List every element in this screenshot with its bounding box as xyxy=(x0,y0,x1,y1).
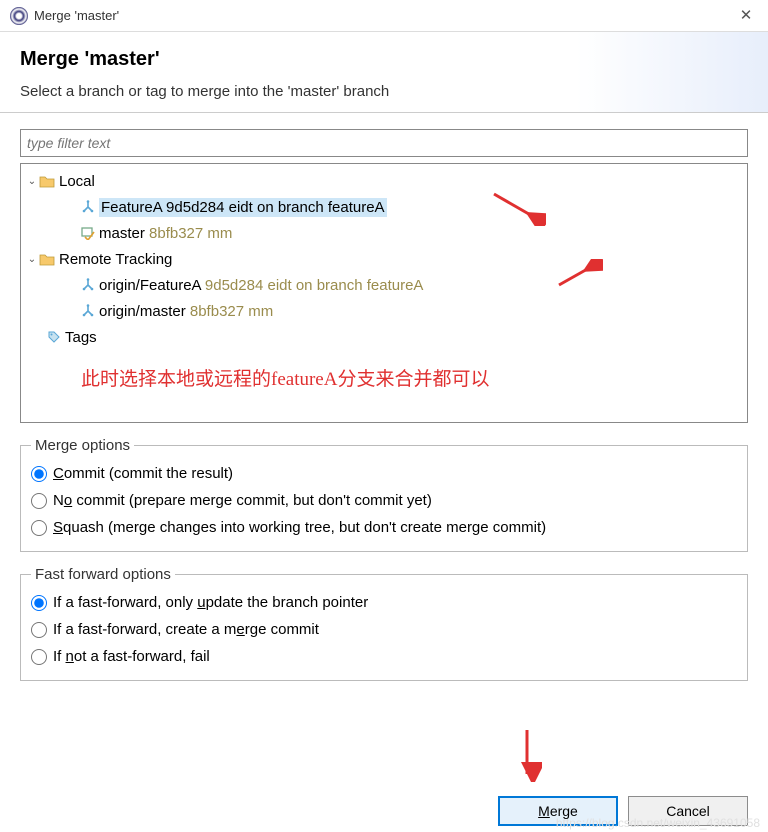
tree-label: Local xyxy=(59,173,95,190)
annotation-text: 此时选择本地或远程的featureA分支来合并都可以 xyxy=(23,350,745,391)
folder-icon xyxy=(39,252,55,266)
tree-item-master[interactable]: master 8bfb327 mm xyxy=(23,220,745,246)
radio-ff-update[interactable]: If a fast-forward, only update the branc… xyxy=(31,589,737,616)
tree-item-label: master 8bfb327 mm xyxy=(99,225,232,242)
radio-commit[interactable]: Commit (commit the result) xyxy=(31,460,737,487)
radio-input[interactable] xyxy=(31,595,47,611)
window-title: Merge 'master' xyxy=(34,8,119,23)
radio-ff-merge[interactable]: If a fast-forward, create a merge commit xyxy=(31,616,737,643)
tree-item-label: FeatureA 9d5d284 eidt on branch featureA xyxy=(99,198,387,217)
radio-input[interactable] xyxy=(31,493,47,509)
page-title: Merge 'master' xyxy=(20,48,748,71)
close-icon[interactable]: ✕ xyxy=(736,6,756,26)
radio-input[interactable] xyxy=(31,520,47,536)
tree-label: Remote Tracking xyxy=(59,251,172,268)
chevron-down-icon[interactable]: ⌄ xyxy=(25,254,39,265)
tree-node-remote[interactable]: ⌄ Remote Tracking xyxy=(23,246,745,272)
eclipse-icon xyxy=(10,7,28,25)
radio-ff-fail[interactable]: If not a fast-forward, fail xyxy=(31,643,737,670)
radio-input[interactable] xyxy=(31,649,47,665)
tree-item-featureA[interactable]: FeatureA 9d5d284 eidt on branch featureA xyxy=(23,194,745,220)
filter-input[interactable] xyxy=(20,129,748,157)
group-legend: Merge options xyxy=(31,437,134,454)
dialog-header: Merge 'master' Select a branch or tag to… xyxy=(0,32,768,113)
merge-button[interactable]: Merge xyxy=(498,796,618,826)
radio-squash[interactable]: Squash (merge changes into working tree,… xyxy=(31,514,737,541)
group-legend: Fast forward options xyxy=(31,566,175,583)
cancel-button[interactable]: Cancel xyxy=(628,796,748,826)
branch-tree[interactable]: ⌄ Local FeatureA 9d5d284 eidt on branch … xyxy=(20,163,748,423)
tree-item-origin-master[interactable]: origin/master 8bfb327 mm xyxy=(23,298,745,324)
dialog-body: ⌄ Local FeatureA 9d5d284 eidt on branch … xyxy=(0,113,768,681)
chevron-down-icon[interactable]: ⌄ xyxy=(25,176,39,187)
tree-item-label: origin/master 8bfb327 mm xyxy=(99,303,273,320)
tree-item-origin-featureA[interactable]: origin/FeatureA 9d5d284 eidt on branch f… xyxy=(23,272,745,298)
radio-no-commit[interactable]: No commit (prepare merge commit, but don… xyxy=(31,487,737,514)
branch-icon xyxy=(81,200,95,214)
tree-node-tags[interactable]: Tags xyxy=(23,324,745,350)
branch-icon xyxy=(81,278,95,292)
tree-node-local[interactable]: ⌄ Local xyxy=(23,168,745,194)
button-bar: Merge Cancel xyxy=(498,796,748,826)
tags-icon xyxy=(47,330,61,344)
merge-options-group: Merge options Commit (commit the result)… xyxy=(20,437,748,552)
radio-input[interactable] xyxy=(31,622,47,638)
titlebar: Merge 'master' ✕ xyxy=(0,0,768,32)
fast-forward-options-group: Fast forward options If a fast-forward, … xyxy=(20,566,748,681)
branch-checkout-icon xyxy=(81,226,95,240)
tree-item-label: origin/FeatureA 9d5d284 eidt on branch f… xyxy=(99,277,423,294)
tree-label: Tags xyxy=(65,329,97,346)
radio-input[interactable] xyxy=(31,466,47,482)
folder-icon xyxy=(39,174,55,188)
arrow-annotation-icon xyxy=(512,726,542,782)
branch-icon xyxy=(81,304,95,318)
page-subtitle: Select a branch or tag to merge into the… xyxy=(20,83,748,100)
